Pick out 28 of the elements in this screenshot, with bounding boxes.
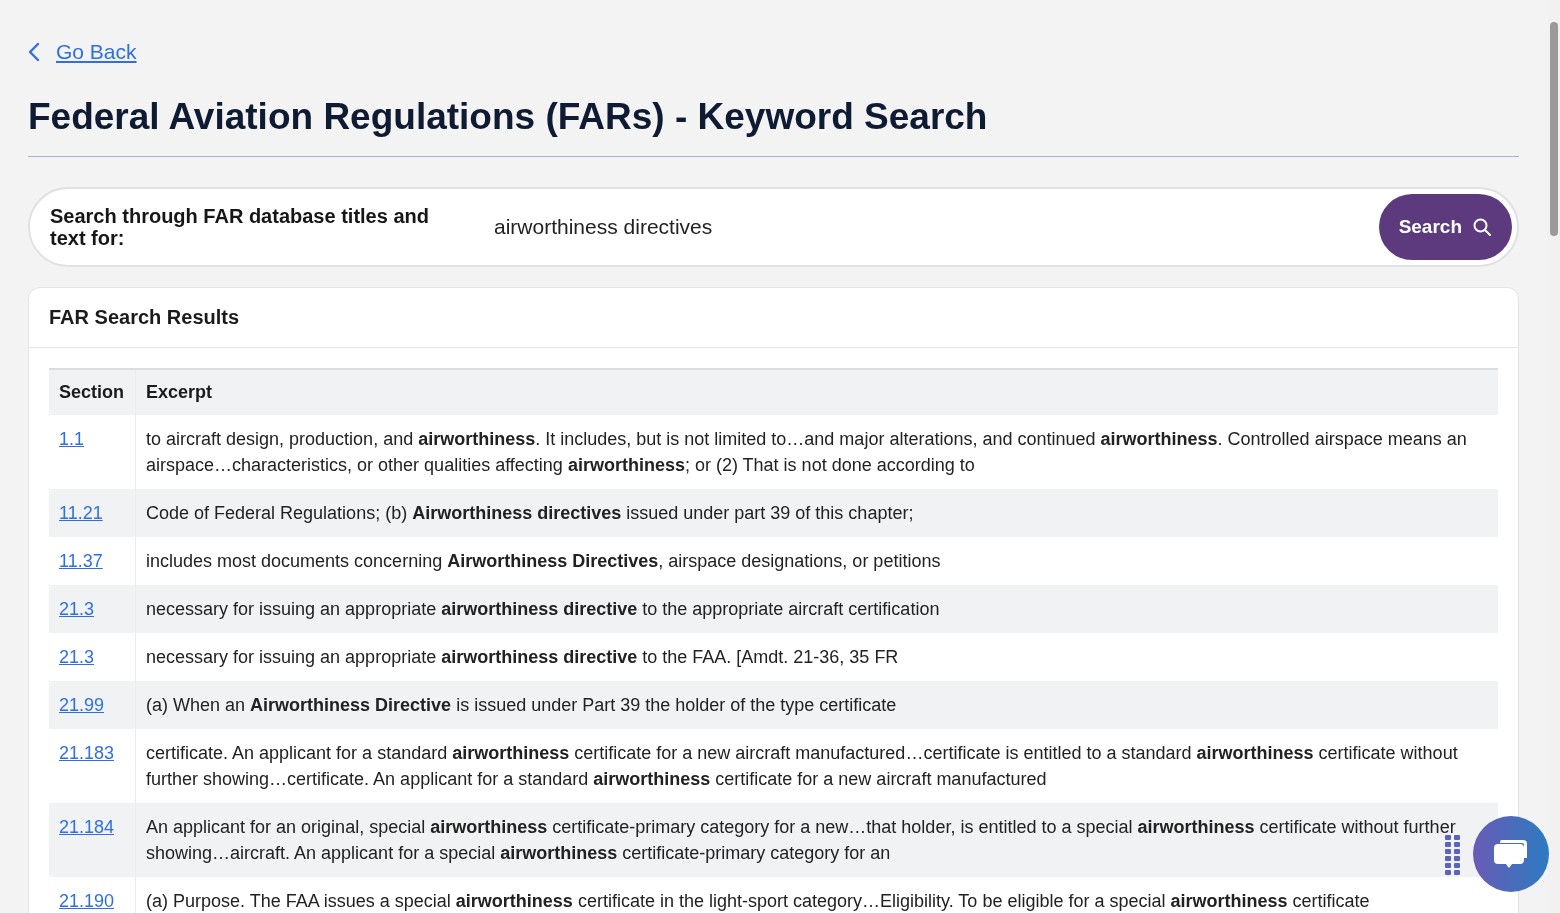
- search-field[interactable]: airworthiness directives: [492, 214, 1379, 240]
- excerpt-text: necessary for issuing an appropriate airworthiness directive to the FAA. [Amdt. 21-36, 35 FR: [146, 647, 899, 667]
- chevron-left-icon: [28, 42, 40, 62]
- column-header: Excerpt: [135, 369, 1498, 415]
- section-link[interactable]: 21.3: [59, 647, 95, 667]
- results-title: FAR Search Results: [49, 306, 240, 328]
- section-link[interactable]: 1.1: [59, 429, 85, 449]
- search-label: Search through FAR database titles and text for:: [50, 205, 430, 249]
- column-header: Section: [49, 369, 136, 415]
- grip-dots-icon[interactable]: [1445, 835, 1461, 875]
- excerpt-text: (a) Purpose. The FAA issues a special airworthiness certificate in the light-sport category…Eligibility. To be eligible for a special airworthiness certificate: [146, 891, 1370, 911]
- excerpt-text: (a) When an Airworthiness Directive is issued under Part 39 the holder of the type certificate: [146, 695, 897, 715]
- section-link[interactable]: 21.183: [59, 743, 115, 763]
- excerpt-text: An applicant for an original, special airworthiness certificate-primary category for a new…that holder, is entitled to a special airworthiness certificate without further showing…aircraft. An applicant for a special airworthiness certificate-primary category for an: [146, 817, 1456, 863]
- section-link[interactable]: 11.37: [59, 551, 103, 571]
- page-title: Federal Aviation Regulations (FARs) - Keyword Search: [28, 96, 989, 138]
- section-link[interactable]: 21.190: [59, 891, 115, 911]
- scrollbar-thumb[interactable]: [1550, 22, 1558, 236]
- excerpt-text: certificate. An applicant for a standard airworthiness certificate for a new aircraft manufactured…certificate is entitled to a standard airworthiness certificate without further showing…certificate. An applicant for a standard airworthiness certificate for a new aircraft manufactured: [146, 743, 1458, 789]
- search-button[interactable]: Search: [1378, 194, 1512, 260]
- excerpt-text: Code of Federal Regulations; (b) Airworthiness directives issued under part 39 of this chapter;: [146, 503, 914, 523]
- search-icon: [1472, 217, 1492, 237]
- excerpt-text: necessary for issuing an appropriate airworthiness directive to the appropriate aircraft certification: [146, 599, 940, 619]
- excerpt-text: includes most documents concerning Airworthiness Directives, airspace designations, or petitions: [146, 551, 941, 571]
- excerpt-text: to aircraft design, production, and airworthiness. It includes, but is not limited to…and major alterations, and continued airworthiness. Controlled airspace means an airspace…characteristics, or other qualities affecting airworthiness; or (2) That is not done according to: [146, 429, 1467, 475]
- go-back-link[interactable]: Go Back: [28, 40, 137, 64]
- section-link[interactable]: 21.3: [59, 599, 95, 619]
- section-link[interactable]: 21.184: [59, 817, 115, 837]
